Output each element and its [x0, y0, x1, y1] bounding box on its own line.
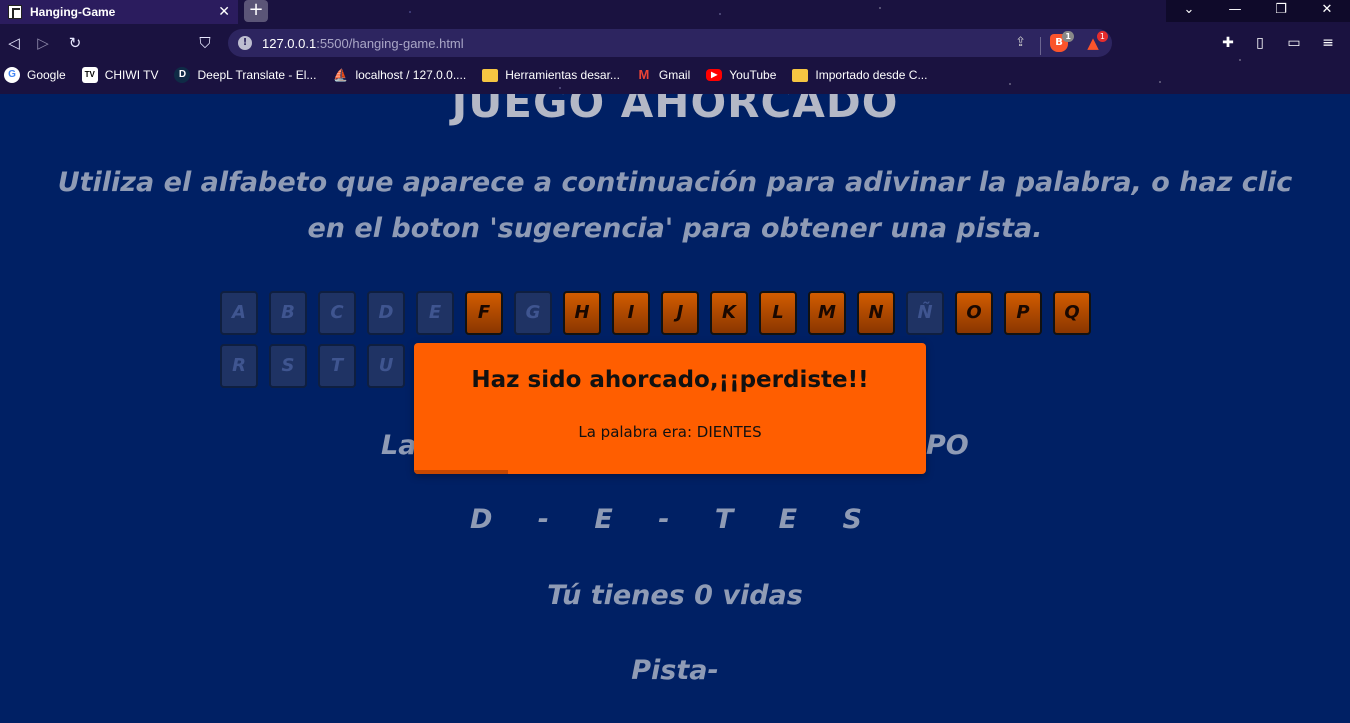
- back-icon[interactable]: ◁: [4, 33, 24, 53]
- tv-icon: TV: [81, 67, 98, 83]
- reload-icon[interactable]: ↻: [65, 33, 85, 53]
- bookmark-icon[interactable]: ⛉: [195, 33, 215, 53]
- letter-button-j[interactable]: J: [661, 291, 699, 335]
- shield-count: 1: [1062, 31, 1074, 42]
- instructions-text: Utiliza el alfabeto que aparece a contin…: [57, 167, 1293, 244]
- extensions-icon[interactable]: ✚: [1217, 33, 1239, 53]
- letter-button-h[interactable]: H: [563, 291, 601, 335]
- game-over-modal[interactable]: Haz sido ahorcado,¡¡perdiste!! La palabr…: [414, 343, 926, 474]
- url-path: :5500/hanging-game.html: [316, 35, 464, 51]
- bookmark-item[interactable]: M Gmail: [636, 67, 690, 83]
- bookmark-item[interactable]: D DeepL Translate - El...: [174, 67, 316, 83]
- bookmark-item[interactable]: Importado desde C...: [792, 68, 927, 82]
- bookmark-label: DeepL Translate - El...: [197, 68, 317, 82]
- bookmark-item[interactable]: TV CHIWI TV: [81, 67, 159, 83]
- letter-button-n[interactable]: N: [857, 291, 895, 335]
- bookmark-item[interactable]: ⛵ localhost / 127.0.0....: [332, 67, 466, 83]
- bookmark-label: Gmail: [658, 68, 691, 82]
- letter-button-c[interactable]: C: [318, 291, 356, 335]
- letter-button-f[interactable]: F: [465, 291, 503, 335]
- bookmark-item[interactable]: Herramientas desar...: [482, 68, 620, 82]
- youtube-icon: ▶: [706, 69, 723, 81]
- folder-icon: [482, 68, 499, 82]
- tab-search-button[interactable]: ⌄: [1166, 0, 1212, 22]
- modal-title: Haz sido ahorcado,¡¡perdiste!!: [471, 367, 869, 393]
- url-host: 127.0.0.1: [262, 35, 317, 51]
- browser-chrome: Hanging-Game ✕ + ⌄ — ❐ ✕ ◁ ▷ ↻ ⛉ ! 127.0…: [0, 0, 1350, 94]
- letter-button-k[interactable]: K: [710, 291, 748, 335]
- new-tab-button[interactable]: +: [244, 0, 268, 22]
- wallet-icon[interactable]: ▭: [1283, 33, 1305, 53]
- tab-close-icon[interactable]: ✕: [218, 4, 230, 20]
- deepl-icon: D: [174, 67, 191, 83]
- mystery-label-right: PO: [926, 430, 969, 461]
- site-info-icon[interactable]: !: [238, 36, 252, 50]
- modal-message: La palabra era: DIENTES: [578, 423, 762, 441]
- bookmark-label: YouTube: [729, 68, 777, 82]
- google-icon: G: [4, 67, 20, 83]
- game-page: JUEGO AHORCADO Utiliza el alfabeto que a…: [0, 94, 1350, 723]
- gmail-icon: M: [638, 67, 650, 82]
- navigation-bar: ◁ ▷ ↻ ⛉ ! 127.0.0.1:5500/hanging-game.ht…: [0, 26, 1350, 60]
- bookmark-item[interactable]: ▶ YouTube: [706, 68, 776, 82]
- letter-button-l[interactable]: L: [759, 291, 797, 335]
- mystery-label-left: La: [381, 430, 417, 461]
- menu-icon[interactable]: ≡: [1317, 33, 1339, 53]
- bookmark-item[interactable]: G Google: [4, 67, 66, 83]
- bookmark-label: localhost / 127.0.0....: [355, 68, 467, 82]
- letter-button-d[interactable]: D: [367, 291, 405, 335]
- address-bar[interactable]: ! 127.0.0.1:5500/hanging-game.html ⇪ B1 …: [228, 29, 1112, 57]
- letter-button-b[interactable]: B: [269, 291, 307, 335]
- letter-button-a[interactable]: A: [220, 291, 258, 335]
- word-display: D - E - T E S: [470, 504, 880, 535]
- letter-button-u[interactable]: U: [367, 344, 405, 388]
- sidebar-icon[interactable]: ▯: [1249, 33, 1271, 53]
- lives-counter: Tú tienes 0 vidas: [547, 580, 803, 611]
- hint-text: Pista-: [631, 655, 719, 686]
- maximize-button[interactable]: ❐: [1258, 0, 1304, 22]
- address-bar-separator: [1040, 37, 1041, 55]
- share-icon[interactable]: ⇪: [1015, 35, 1026, 50]
- forward-icon[interactable]: ▷: [33, 33, 53, 53]
- letter-button-q[interactable]: Q: [1053, 291, 1091, 335]
- tab-bar: Hanging-Game ✕ + ⌄ — ❐ ✕: [0, 0, 1350, 24]
- bookmark-label: Herramientas desar...: [505, 68, 620, 82]
- brave-rewards-icon[interactable]: ▲ 1: [1084, 31, 1108, 52]
- minimize-button[interactable]: —: [1212, 0, 1258, 22]
- modal-timer-bar: [414, 470, 508, 474]
- phpmyadmin-icon: ⛵: [332, 68, 348, 82]
- bookmark-label: CHIWI TV: [104, 68, 159, 82]
- tab-hanging-game[interactable]: Hanging-Game ✕: [0, 0, 238, 24]
- letter-button-ñ[interactable]: Ñ: [906, 291, 944, 335]
- bookmark-label: Importado desde C...: [815, 68, 928, 82]
- brave-shield-icon[interactable]: B1: [1050, 31, 1074, 52]
- tab-title: Hanging-Game: [30, 5, 116, 19]
- bookmark-label: Google: [27, 68, 66, 82]
- page-title: JUEGO AHORCADO: [451, 94, 899, 127]
- letter-button-e[interactable]: E: [416, 291, 454, 335]
- folder-icon: [792, 68, 809, 82]
- bookmarks-bar: G Google TV CHIWI TV D DeepL Translate - El..…: [0, 64, 1350, 86]
- letter-button-g[interactable]: G: [514, 291, 552, 335]
- letter-button-o[interactable]: O: [955, 291, 993, 335]
- close-window-button[interactable]: ✕: [1304, 0, 1350, 22]
- letter-button-m[interactable]: M: [808, 291, 846, 335]
- letter-button-s[interactable]: S: [269, 344, 307, 388]
- letter-button-p[interactable]: P: [1004, 291, 1042, 335]
- letter-button-t[interactable]: T: [318, 344, 356, 388]
- letter-button-i[interactable]: I: [612, 291, 650, 335]
- rewards-count: 1: [1096, 31, 1108, 42]
- page-favicon-icon: [8, 5, 22, 19]
- letter-button-r[interactable]: R: [220, 344, 258, 388]
